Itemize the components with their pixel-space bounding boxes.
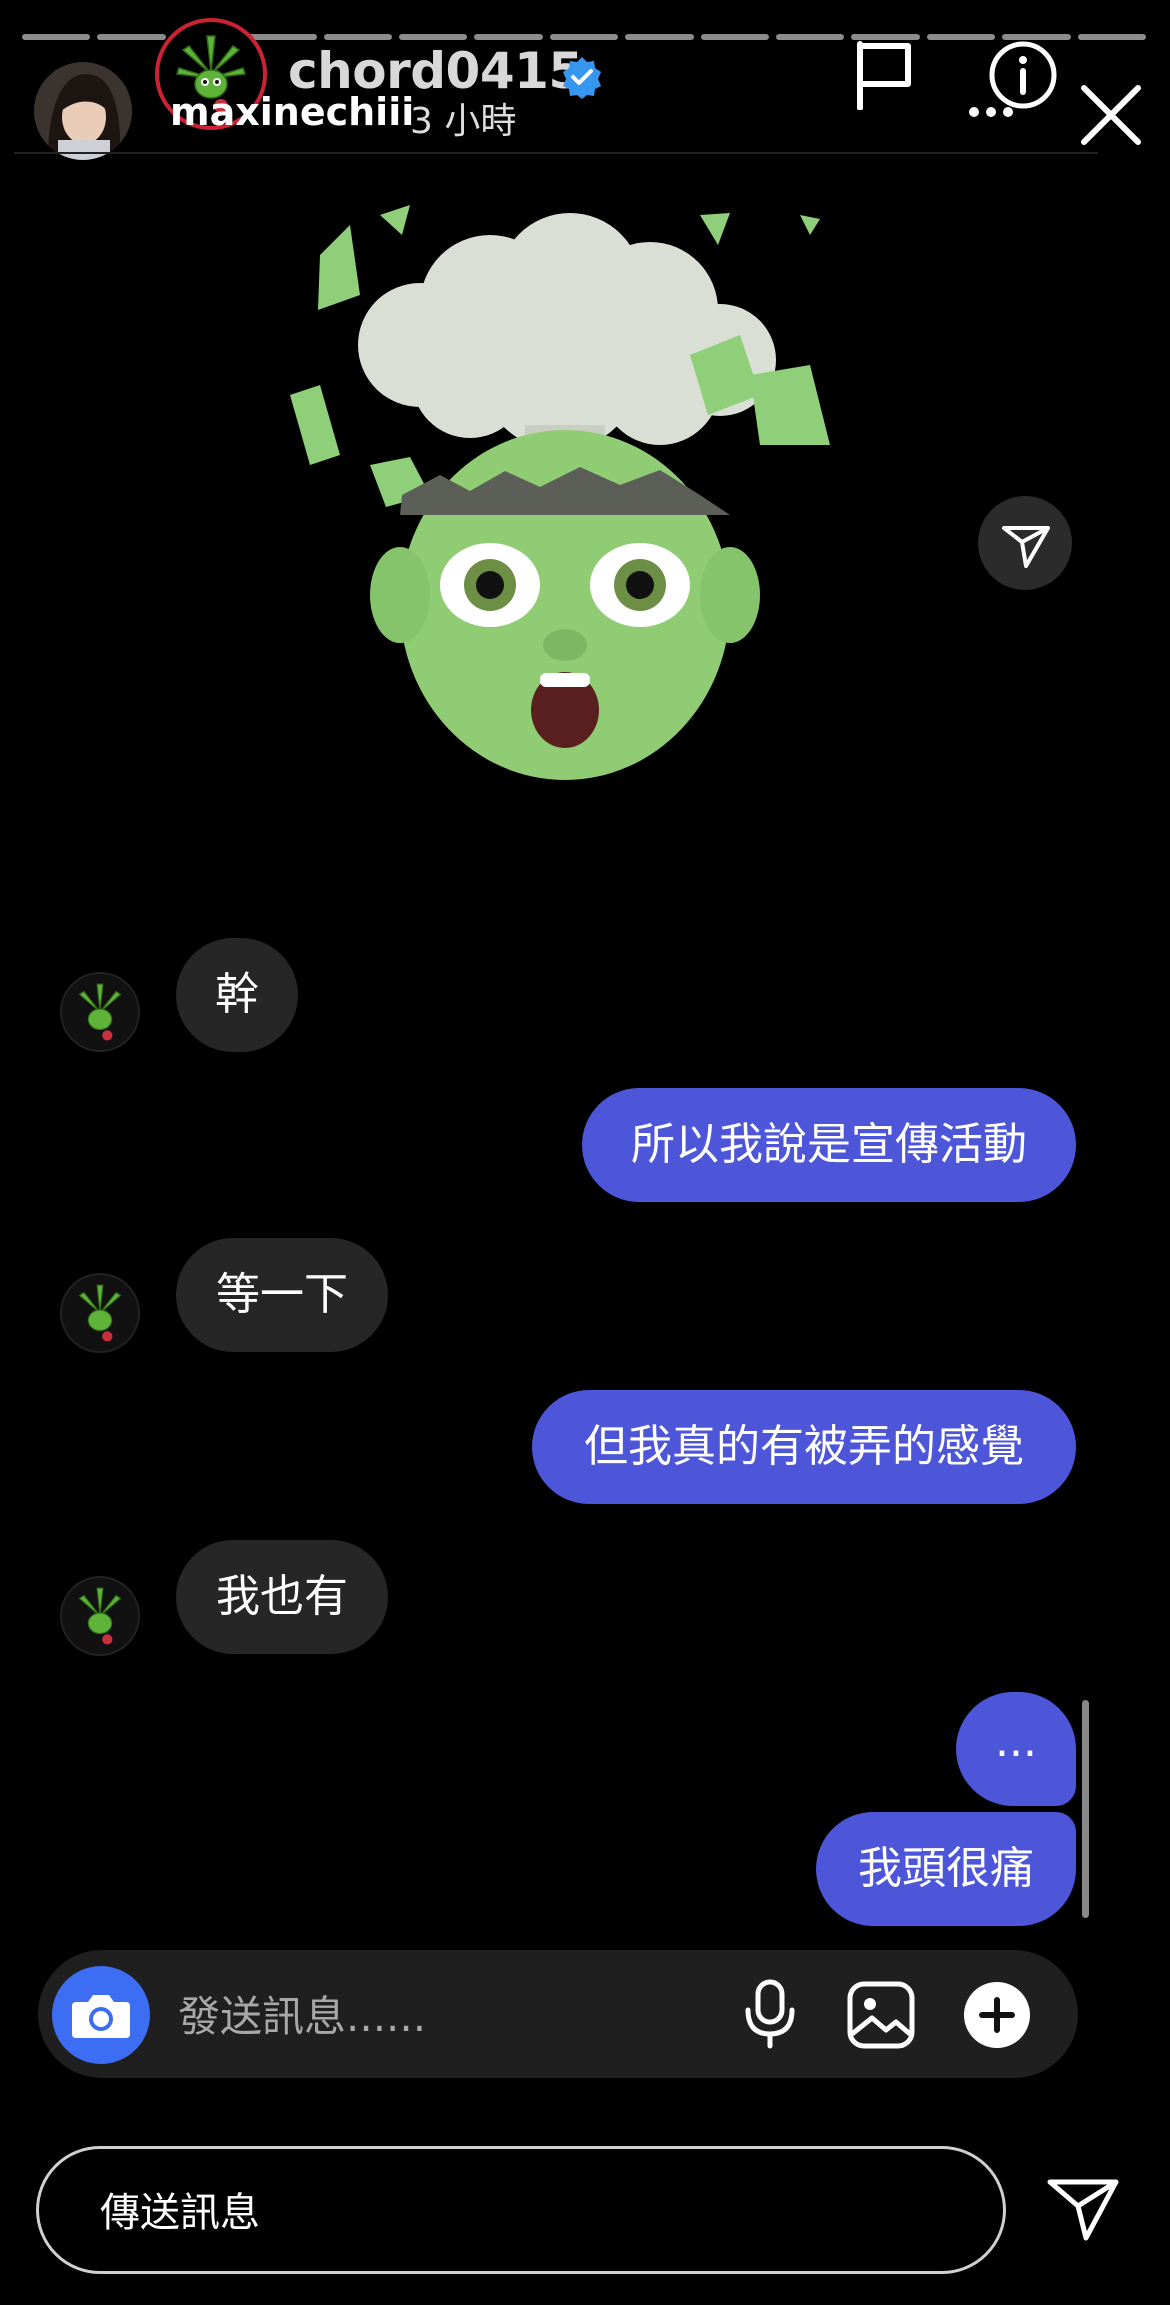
progress-segment: [399, 34, 468, 40]
progress-segment: [1077, 34, 1147, 40]
message-bubble[interactable]: 我也有: [176, 1540, 388, 1654]
add-icon[interactable]: [962, 1980, 1032, 2050]
scrollbar[interactable]: [1082, 1700, 1089, 1918]
story-reply-placeholder: 傳送訊息: [100, 2190, 260, 2236]
message-bubble[interactable]: 等一下: [176, 1238, 388, 1352]
message-bubble[interactable]: 但我真的有被弄的感覺: [532, 1390, 1076, 1504]
exploding-head-memoji-sticker[interactable]: [290, 195, 850, 795]
progress-segment: [549, 34, 619, 40]
camera-icon: [72, 1995, 130, 2038]
info-icon[interactable]: [988, 40, 1058, 110]
sender-avatar[interactable]: [60, 1576, 140, 1656]
cannabis-icon: [78, 1284, 122, 1342]
progress-segment: [323, 34, 393, 40]
camera-button[interactable]: [52, 1966, 150, 2064]
progress-segment: [776, 34, 845, 40]
user-avatar[interactable]: [34, 62, 132, 160]
progress-segment: [22, 34, 91, 40]
message-bubble[interactable]: ...: [956, 1692, 1076, 1806]
flag-icon[interactable]: [852, 38, 916, 110]
header-divider: [14, 152, 1098, 154]
message-input[interactable]: 發送訊息......: [178, 1983, 426, 2044]
progress-segment: [474, 34, 543, 40]
sender-avatar[interactable]: [60, 1273, 140, 1353]
cannabis-icon: [78, 1587, 122, 1645]
microphone-icon[interactable]: [742, 1978, 798, 2050]
progress-segment: [926, 34, 996, 40]
message-bubble[interactable]: 我頭很痛: [816, 1812, 1076, 1926]
more-options-icon[interactable]: [966, 104, 1016, 120]
verified-badge-icon: [563, 57, 601, 99]
cannabis-icon: [78, 983, 122, 1041]
progress-segment: [97, 34, 166, 40]
close-icon[interactable]: [1078, 82, 1144, 148]
message-bubble[interactable]: 幹: [176, 938, 298, 1052]
share-sticker-button[interactable]: [978, 496, 1072, 590]
send-icon[interactable]: [1046, 2176, 1120, 2242]
story-timestamp: 3 小時: [410, 101, 517, 142]
progress-segment: [625, 34, 694, 40]
message-bubble[interactable]: 所以我說是宣傳活動: [582, 1088, 1076, 1202]
send-icon: [1002, 526, 1050, 568]
reply-sender-username[interactable]: maxinechiii: [170, 90, 414, 134]
progress-segment: [700, 34, 770, 40]
sender-avatar[interactable]: [60, 972, 140, 1052]
gallery-icon[interactable]: [846, 1980, 916, 2050]
